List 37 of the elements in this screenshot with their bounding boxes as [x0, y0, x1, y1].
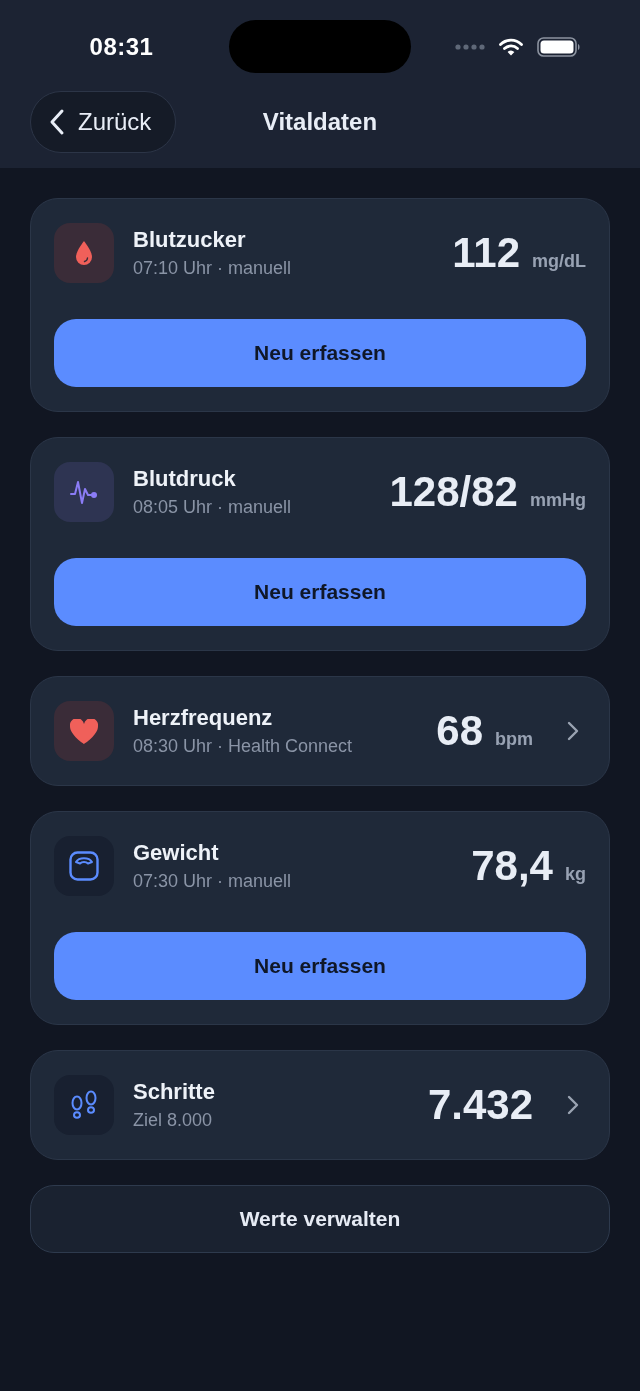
page-title: Vitaldaten: [262, 108, 378, 136]
vital-subtitle: Ziel 8.000: [133, 1109, 214, 1131]
vital-card[interactable]: Schritte Ziel 8.000 7.432: [30, 1050, 610, 1160]
signal-icon: [455, 43, 485, 50]
vital-unit: mmHg: [530, 490, 586, 511]
back-button[interactable]: Zurück: [30, 91, 177, 153]
vital-subtitle: 08:30 Uhr · Health Connect: [133, 735, 354, 757]
vital-card[interactable]: Herzfrequenz 08:30 Uhr · Health Connect 68 bpm: [30, 676, 610, 786]
vital-value: 68: [436, 710, 483, 752]
vital-unit: mg/dL: [532, 251, 586, 272]
vital-value: 7.432: [427, 1084, 533, 1126]
add-entry-button[interactable]: Neu erfassen: [54, 319, 586, 387]
vital-value: 128/82: [389, 471, 518, 513]
vital-title: Gewicht: [133, 840, 220, 866]
chevron-left-icon: [49, 108, 65, 136]
scale-icon: [54, 836, 114, 896]
pulse-icon: [54, 462, 114, 522]
footprints-icon: [54, 1075, 114, 1135]
add-entry-button[interactable]: Neu erfassen: [54, 558, 586, 626]
vital-unit: bpm: [495, 729, 533, 750]
wifi-icon: [499, 37, 523, 56]
vital-title: Blutzucker: [133, 227, 247, 253]
vital-subtitle: 08:05 Uhr · manuell: [133, 496, 293, 518]
vital-subtitle: 07:30 Uhr · manuell: [133, 870, 293, 892]
vital-title: Herzfrequenz: [133, 705, 274, 731]
status-time: 08:31: [88, 32, 154, 61]
add-entry-button[interactable]: Neu erfassen: [54, 932, 586, 1000]
vital-value: 112: [452, 232, 520, 274]
vital-title: Schritte: [133, 1079, 216, 1105]
drop-icon: [54, 223, 114, 283]
vital-subtitle: 07:10 Uhr · manuell: [133, 257, 293, 279]
vital-title: Blutdruck: [133, 466, 237, 492]
vital-value: 78,4: [471, 845, 553, 887]
vital-unit: kg: [565, 864, 586, 885]
battery-icon: [537, 36, 581, 57]
heart-icon: [54, 701, 114, 761]
manage-values-button[interactable]: Werte verwalten: [30, 1185, 610, 1253]
